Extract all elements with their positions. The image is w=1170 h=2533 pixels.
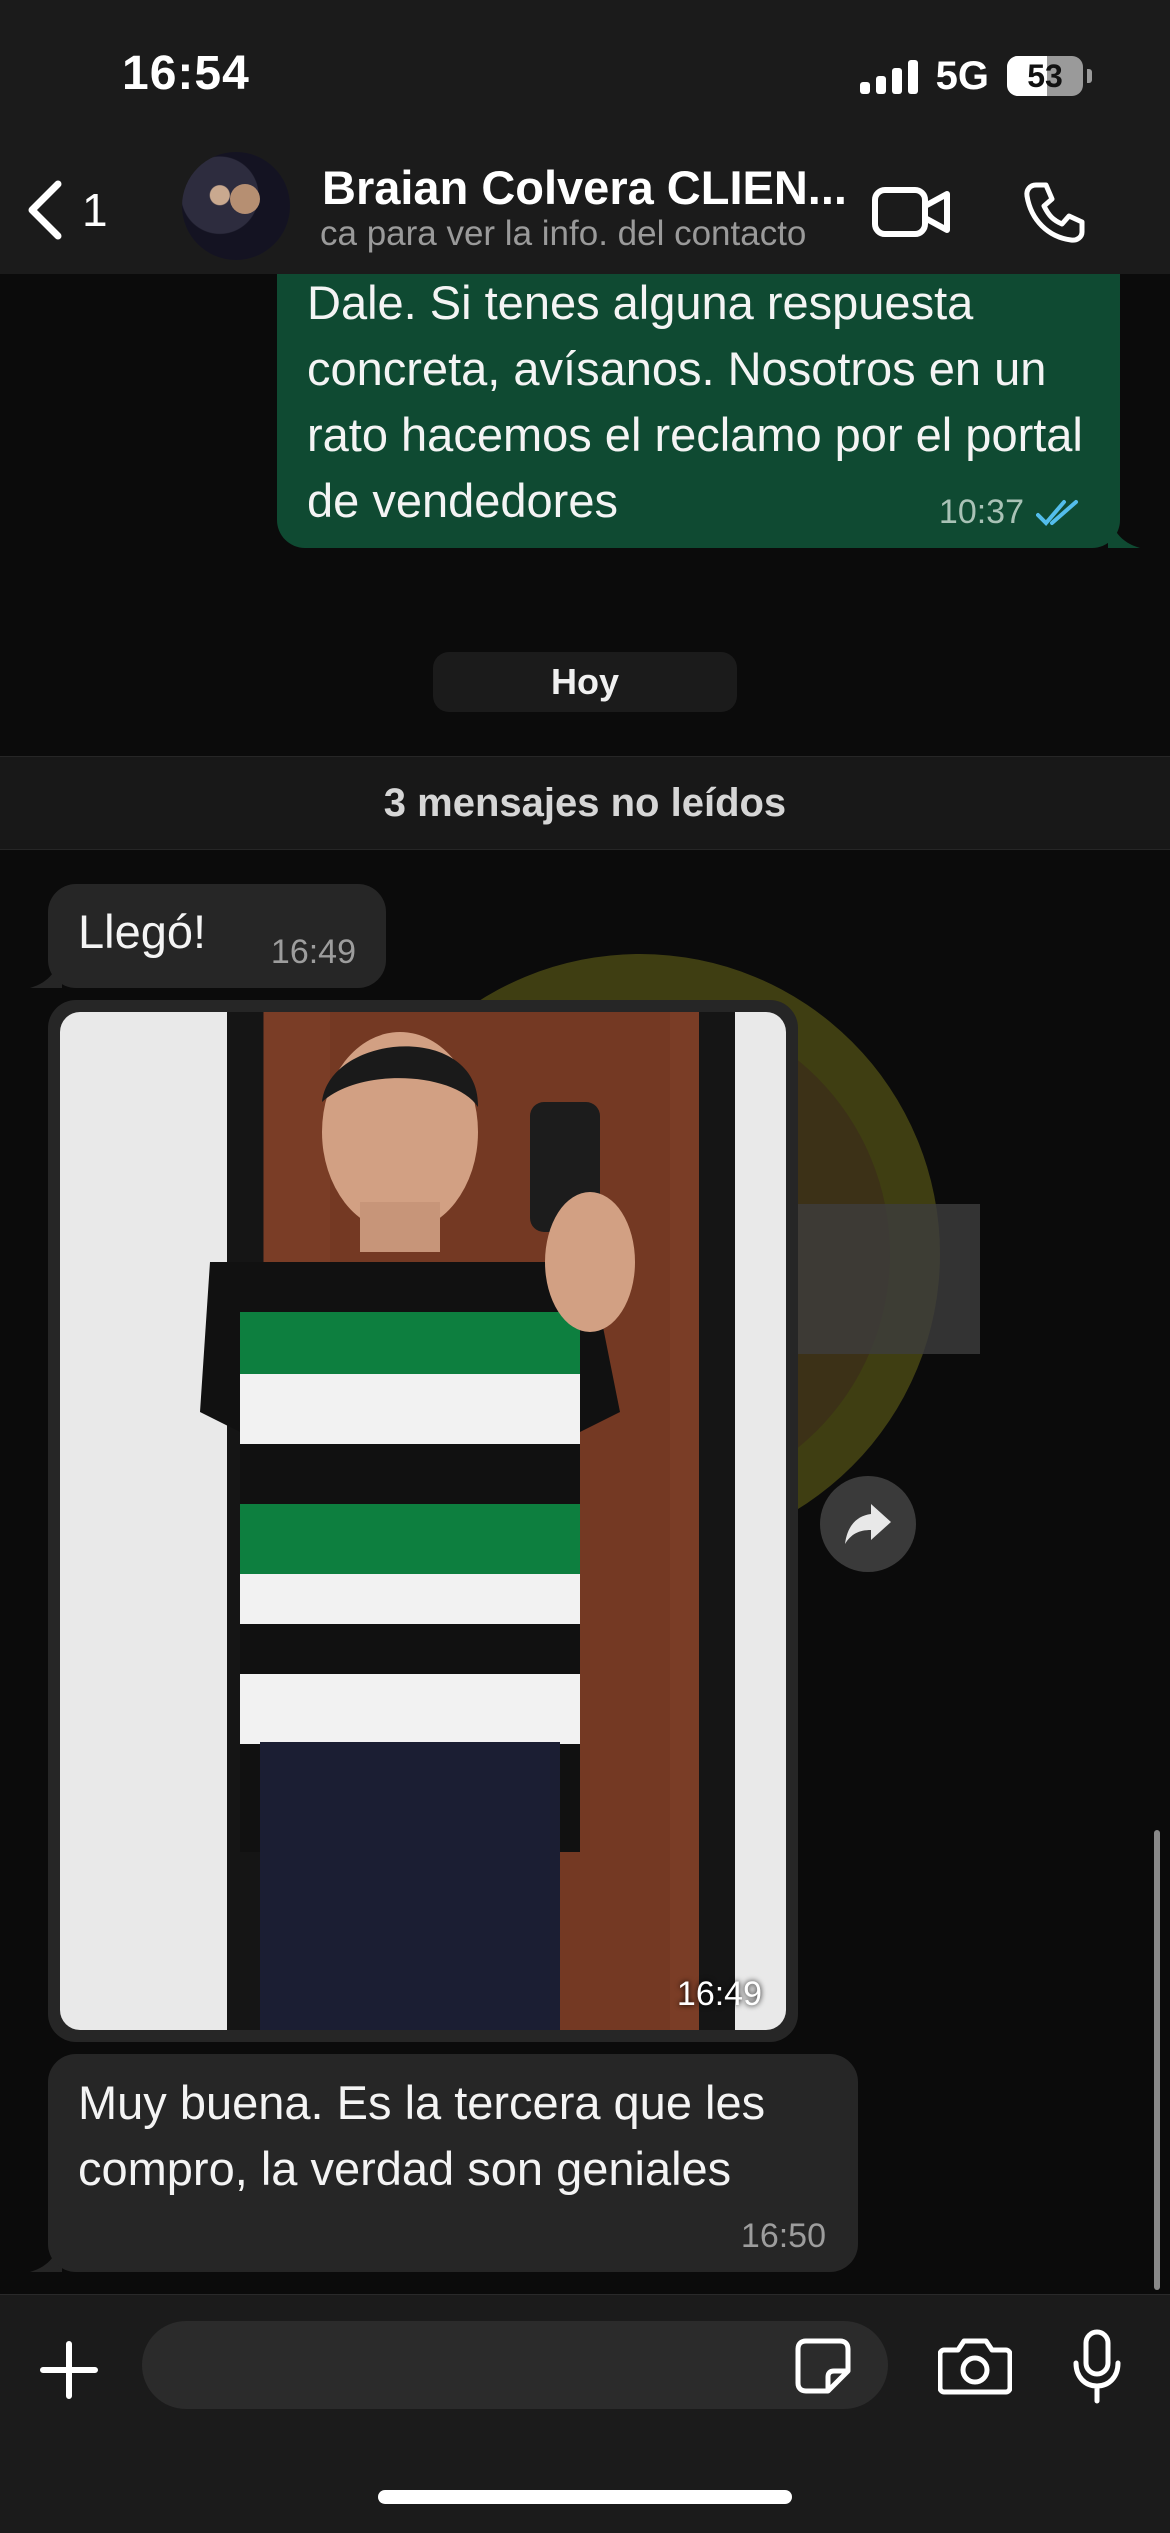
voice-note-button[interactable]: [1062, 2325, 1132, 2409]
sticker-icon: [795, 2338, 851, 2394]
read-ticks-icon: [1036, 499, 1078, 526]
video-call-button[interactable]: [866, 172, 956, 252]
message-time: 16:49: [270, 933, 356, 971]
chevron-left-icon: [28, 180, 62, 240]
signal-icon: [859, 58, 918, 94]
camera-button[interactable]: [936, 2331, 1014, 2401]
back-button[interactable]: 1: [22, 174, 108, 246]
person-selfie-image: [200, 1012, 670, 2030]
sticker-button[interactable]: [792, 2335, 854, 2397]
phone-icon: [1024, 182, 1085, 243]
voice-call-button[interactable]: [1010, 172, 1100, 252]
video-call-icon: [872, 187, 950, 237]
message-meta: 10:37: [939, 493, 1082, 532]
photo-thumbnail[interactable]: 16:49: [60, 1012, 786, 2030]
forward-button[interactable]: [820, 1476, 916, 1572]
day-separator: Hoy: [433, 652, 737, 712]
unread-banner: 3 mensajes no leídos: [0, 756, 1170, 850]
network-type: 5G: [935, 53, 989, 98]
bubble-tail: [1108, 510, 1140, 548]
photo-time: 16:49: [676, 1975, 762, 2013]
message-text: Muy buena. Es la tercera que les compro,…: [78, 2076, 766, 2195]
contact-name[interactable]: Braian Colvera CLIEN...: [322, 160, 852, 215]
message-incoming[interactable]: Muy buena. Es la tercera que les compro,…: [48, 2054, 858, 2272]
message-input[interactable]: [142, 2321, 888, 2409]
message-incoming[interactable]: Llegó! 16:49: [48, 884, 386, 988]
plus-icon: [40, 2341, 98, 2399]
scrollbar[interactable]: [1154, 1830, 1160, 2290]
status-time: 16:54: [122, 47, 250, 100]
contact-subtitle[interactable]: ca para ver la info. del contacto: [320, 214, 848, 254]
message-text: Llegó!: [78, 905, 207, 958]
battery-percent: 53: [1027, 58, 1063, 94]
back-unread-count: 1: [82, 184, 108, 236]
message-outgoing[interactable]: Dale. Si tenes alguna respuesta concreta…: [277, 274, 1120, 548]
status-indicators: 5G 53: [859, 50, 1092, 102]
home-indicator[interactable]: [378, 2490, 792, 2504]
chat-header: 1 Braian Colvera CLIEN... ca para ver la…: [0, 150, 1170, 275]
battery-icon: 53: [1007, 56, 1083, 96]
contact-avatar[interactable]: [182, 152, 290, 260]
battery-cap: [1087, 69, 1092, 83]
message-time: 16:50: [740, 2217, 826, 2255]
camera-icon: [938, 2338, 1012, 2395]
message-photo[interactable]: 16:49: [48, 1000, 798, 2042]
message-time: 10:37: [938, 493, 1024, 531]
attach-button[interactable]: [34, 2335, 104, 2405]
microphone-icon: [1073, 2329, 1121, 2404]
forward-arrow-icon: [845, 1504, 891, 1544]
status-bar: 16:54 5G 53: [0, 0, 1170, 150]
